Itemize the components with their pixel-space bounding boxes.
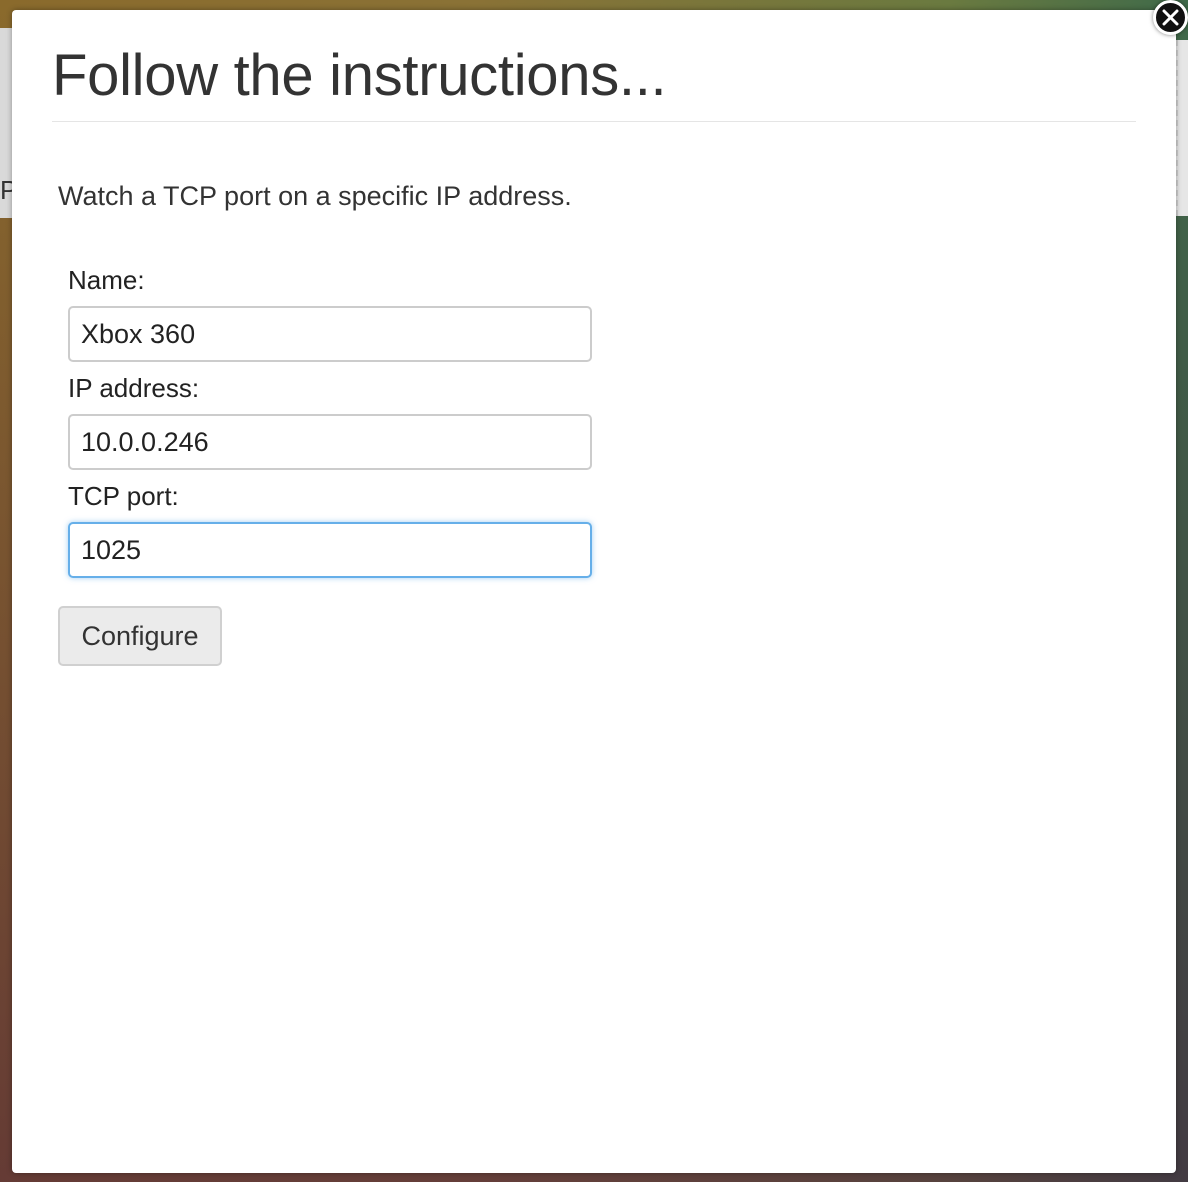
ip-address-label: IP address: [68,373,200,403]
tcp-port-label: TCP port: [68,481,179,511]
dialog-title: Follow the instructions... [52,43,667,108]
instructions-text: Watch a TCP port on a specific IP addres… [58,181,572,211]
ip-address-input[interactable] [68,414,592,470]
configure-dialog: Follow the instructions... Watch a TCP p… [12,10,1176,1173]
name-input[interactable] [68,306,592,362]
close-icon [1162,9,1179,26]
title-divider [52,121,1136,122]
close-button[interactable] [1153,0,1188,35]
tcp-port-input[interactable] [68,522,592,578]
name-label: Name: [68,265,145,295]
configure-button[interactable]: Configure [58,606,222,666]
background-page-edge-right [1176,40,1188,216]
